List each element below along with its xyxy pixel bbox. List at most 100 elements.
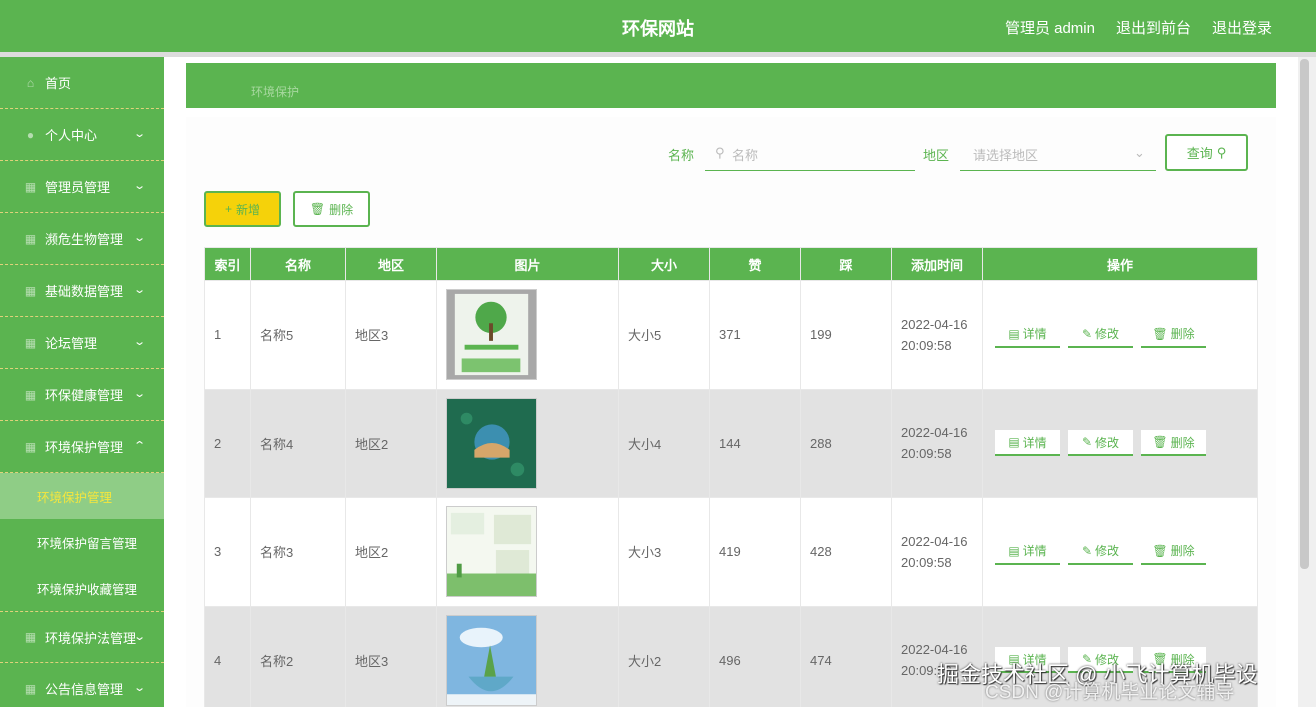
sidebar-item-label: 首页 [45, 76, 72, 91]
col-header-region: 地区 [345, 247, 437, 281]
grid-icon: ▦ [24, 630, 37, 644]
trash-icon: 🗑 [309, 202, 326, 216]
cell-region: 地区2 [345, 388, 437, 498]
edit-button[interactable]: ✎ 修改 [1068, 430, 1133, 457]
delete-label: 删除 [1170, 544, 1195, 559]
sidebar-item-notices[interactable]: ▦ 公告信息管理 ⌄ [0, 663, 164, 707]
sidebar-item-health[interactable]: ▦ 环保健康管理 ⌄ [0, 369, 164, 421]
table-row: 1 名称5 地区3 大小5 371 199 2022-04-16 20:09:58 [204, 280, 1258, 390]
thumbnail-image[interactable] [446, 614, 537, 706]
top-header: 环保网站 管理员 admin 退出到前台 退出登录 [0, 0, 1316, 52]
edit-label: 修改 [1095, 544, 1120, 559]
sidebar-item-label: 环保健康管理 [45, 388, 124, 403]
edit-icon: ✎ [1081, 435, 1093, 450]
query-button[interactable]: 查询 ⚲ [1165, 134, 1248, 171]
delete-button[interactable]: 🗑 删除 [1141, 538, 1206, 565]
thumbnail-image[interactable] [446, 397, 537, 489]
delete-button[interactable]: 🗑 删除 [1141, 430, 1206, 457]
edit-icon: ✎ [1081, 326, 1093, 341]
col-header-actions: 操作 [982, 247, 1258, 281]
search-form: 名称 ⚲ 名称 地区 请选择地区 ⌄ 查询 ⚲ [164, 134, 1298, 171]
detail-button[interactable]: ▤ 详情 [995, 430, 1060, 457]
add-label: 新增 [236, 202, 261, 217]
document-icon: ▤ [1008, 435, 1020, 450]
date-text: 2022-04-16 [901, 642, 968, 658]
trash-icon: 🗑 [1152, 435, 1168, 450]
grid-icon: ▦ [24, 439, 37, 454]
exit-to-front-link[interactable]: 退出到前台 [1116, 17, 1191, 38]
cell-index: 2 [204, 388, 251, 498]
date-text: 2022-04-16 [901, 316, 968, 332]
submenu-item-envprotect-favorites[interactable]: 环境保护收藏管理 [0, 565, 164, 611]
cell-likes: 419 [709, 497, 801, 607]
cell-image [436, 605, 619, 707]
document-icon: ▤ [1008, 543, 1020, 558]
cell-added-time: 2022-04-16 20:09:58 [891, 497, 983, 607]
name-search-input[interactable]: ⚲ 名称 [705, 135, 915, 171]
cell-actions: ▤ 详情 ✎ 修改 🗑 删除 [982, 388, 1258, 498]
detail-label: 详情 [1022, 327, 1047, 342]
thumbnail-image[interactable] [446, 289, 537, 381]
cell-size: 大小5 [618, 280, 710, 390]
cell-likes: 496 [709, 605, 801, 707]
logout-link[interactable]: 退出登录 [1212, 17, 1272, 38]
plus-icon: + [224, 202, 232, 216]
sidebar-item-profile[interactable]: ● 个人中心 ⌄ [0, 109, 164, 161]
detail-button[interactable]: ▤ 详情 [995, 321, 1060, 348]
cell-size: 大小2 [618, 605, 710, 707]
sidebar-item-home[interactable]: ⌂ 首页 [0, 57, 164, 109]
sidebar-item-envprotect[interactable]: ▦ 环境保护管理 ⌃ [0, 421, 164, 473]
col-header-image: 图片 [436, 247, 619, 281]
sidebar-item-admins[interactable]: ▦ 管理员管理 ⌄ [0, 161, 164, 213]
edit-icon: ✎ [1081, 543, 1093, 558]
delete-label: 删除 [1170, 435, 1195, 450]
cell-region: 地区3 [345, 280, 437, 390]
grid-icon: ▦ [24, 231, 37, 246]
delete-button[interactable]: 🗑 删除 [1141, 321, 1206, 348]
trash-icon: 🗑 [1152, 326, 1168, 341]
search-icon: ⚲ [715, 145, 725, 160]
batch-delete-button[interactable]: 🗑 删除 [293, 191, 370, 227]
header-actions: 管理员 admin 退出到前台 退出登录 [1005, 17, 1272, 38]
chevron-down-icon: ⌄ [132, 128, 146, 140]
submenu-item-envprotect-manage[interactable]: 环境保护管理 [0, 473, 164, 519]
add-button[interactable]: + 新增 [204, 191, 281, 227]
cell-likes: 144 [709, 388, 801, 498]
sidebar-item-envlaw[interactable]: ▦ 环境保护法管理 ⌄ [0, 611, 164, 663]
sidebar-item-endangered[interactable]: ▦ 濒危生物管理 ⌄ [0, 213, 164, 265]
home-icon: ⌂ [26, 75, 35, 90]
chevron-down-icon: ⌄ [132, 336, 146, 348]
cell-dislikes: 199 [800, 280, 892, 390]
region-select[interactable]: 请选择地区 ⌄ [960, 135, 1156, 171]
scrollbar-thumb[interactable] [1300, 59, 1309, 569]
search-icon: ⚲ [1216, 144, 1227, 160]
cell-size: 大小3 [618, 497, 710, 607]
thumbnail-image[interactable] [446, 506, 537, 598]
vertical-scrollbar[interactable] [1298, 57, 1316, 707]
detail-button[interactable]: ▤ 详情 [995, 538, 1060, 565]
sidebar-item-label: 论坛管理 [45, 336, 98, 351]
cell-name: 名称3 [250, 497, 346, 607]
time-text: 20:09:58 [901, 554, 952, 570]
sidebar-item-basedata[interactable]: ▦ 基础数据管理 ⌄ [0, 265, 164, 317]
cell-index: 4 [204, 605, 251, 707]
data-table: 索引 名称 地区 图片 大小 赞 踩 添加时间 操作 1 名称5 地区3 大小5… [204, 247, 1258, 707]
sidebar-item-label: 环境保护管理 [45, 440, 124, 455]
cell-index: 1 [204, 280, 251, 390]
chevron-down-icon: ⌄ [132, 284, 146, 296]
col-header-likes: 赞 [709, 247, 801, 281]
sidebar-item-label: 公告信息管理 [45, 682, 124, 697]
sidebar-item-forum[interactable]: ▦ 论坛管理 ⌄ [0, 317, 164, 369]
col-header-name: 名称 [250, 247, 346, 281]
submenu-item-envprotect-messages[interactable]: 环境保护留言管理 [0, 519, 164, 565]
edit-button[interactable]: ✎ 修改 [1068, 538, 1133, 565]
col-header-added-time: 添加时间 [891, 247, 983, 281]
date-text: 2022-04-16 [901, 425, 968, 441]
cell-actions: ▤ 详情 ✎ 修改 🗑 删除 [982, 497, 1258, 607]
cell-added-time: 2022-04-16 20:09:58 [891, 388, 983, 498]
col-header-size: 大小 [618, 247, 710, 281]
edit-button[interactable]: ✎ 修改 [1068, 321, 1133, 348]
cell-region: 地区3 [345, 605, 437, 707]
cell-added-time: 2022-04-16 20:09:58 [891, 280, 983, 390]
breadcrumb: 环境保护 [186, 63, 1276, 108]
